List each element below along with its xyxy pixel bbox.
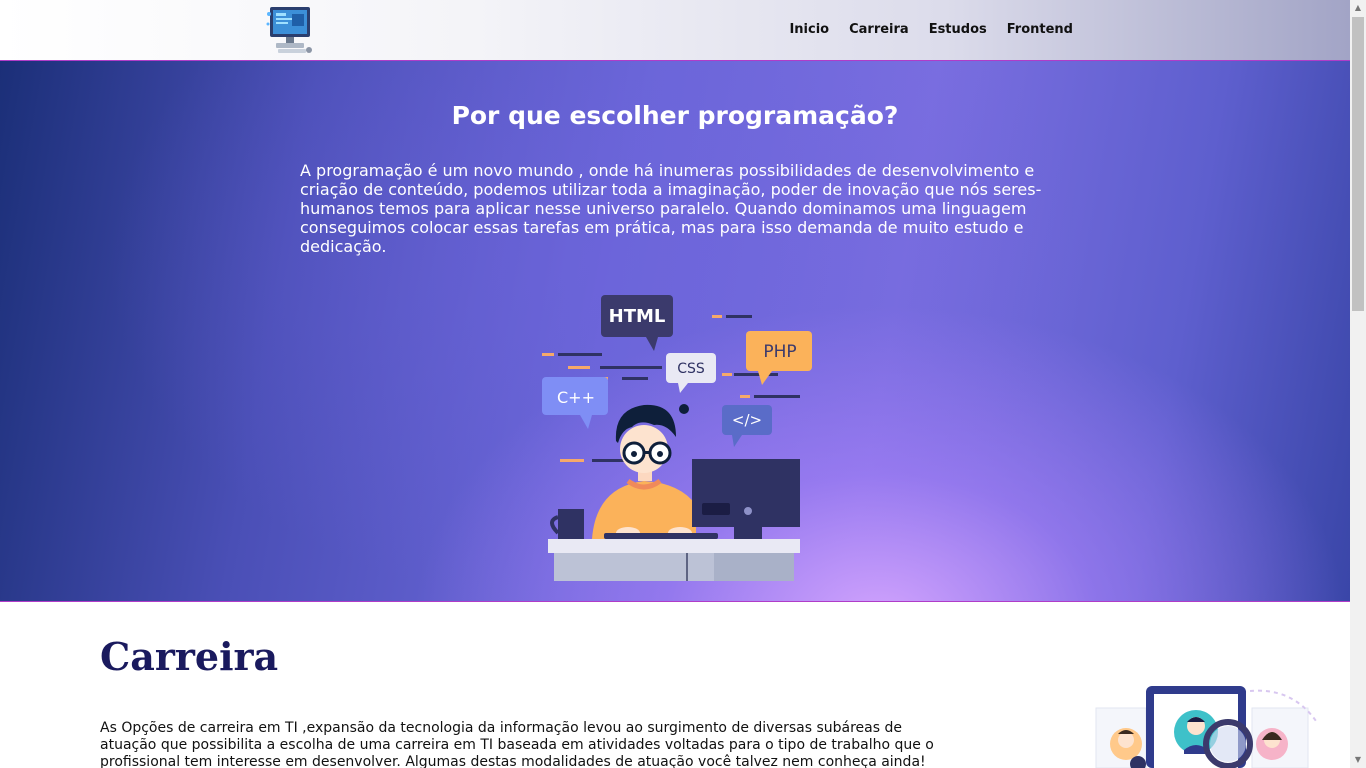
carreira-paragraph: As Opções de carreira em TI ,expansão da… — [100, 720, 934, 768]
carreira-title: Carreira — [100, 634, 279, 679]
scroll-up-arrow-icon[interactable]: ▲ — [1350, 0, 1366, 16]
coffee-mug-icon — [550, 509, 584, 539]
hero-section: Por que escolher programação? A programa… — [0, 61, 1350, 602]
nav-link-carreira[interactable]: Carreira — [849, 22, 909, 37]
desk-icon — [548, 539, 800, 581]
scrollbar-thumb[interactable] — [1352, 17, 1364, 311]
hero-title: Por que escolher programação? — [451, 101, 899, 130]
keyboard-icon — [604, 533, 718, 539]
html-tag-label: HTML — [609, 306, 666, 327]
cpp-tag-label: C++ — [557, 388, 595, 407]
computer-logo-icon[interactable] — [264, 4, 316, 56]
main-nav: Inicio Carreira Estudos Frontend — [769, 22, 1073, 37]
site-header: Inicio Carreira Estudos Frontend — [0, 0, 1350, 61]
hero-paragraph: A programação é um novo mundo , onde há … — [300, 161, 1042, 256]
career-people-illustration — [1095, 686, 1319, 768]
html-speech-bubble: HTML — [601, 295, 673, 351]
monitor-icon — [692, 459, 800, 539]
code-tag-label: </> — [732, 411, 762, 429]
nav-link-frontend[interactable]: Frontend — [1007, 22, 1073, 37]
cpp-speech-bubble: C++ — [542, 377, 608, 429]
page-scrollbar[interactable]: ▲ ▼ — [1350, 0, 1366, 768]
programmer-figure — [592, 404, 696, 539]
scroll-down-arrow-icon[interactable]: ▼ — [1350, 752, 1366, 768]
css-speech-bubble: CSS — [666, 353, 716, 393]
php-speech-bubble: PHP — [746, 331, 812, 385]
code-speech-bubble: </> — [722, 405, 772, 447]
nav-link-inicio[interactable]: Inicio — [789, 22, 829, 37]
programmer-illustration: HTML CSS PHP C++ </> — [542, 295, 812, 581]
php-tag-label: PHP — [763, 342, 796, 362]
nav-link-estudos[interactable]: Estudos — [929, 22, 987, 37]
css-tag-label: CSS — [677, 361, 705, 377]
